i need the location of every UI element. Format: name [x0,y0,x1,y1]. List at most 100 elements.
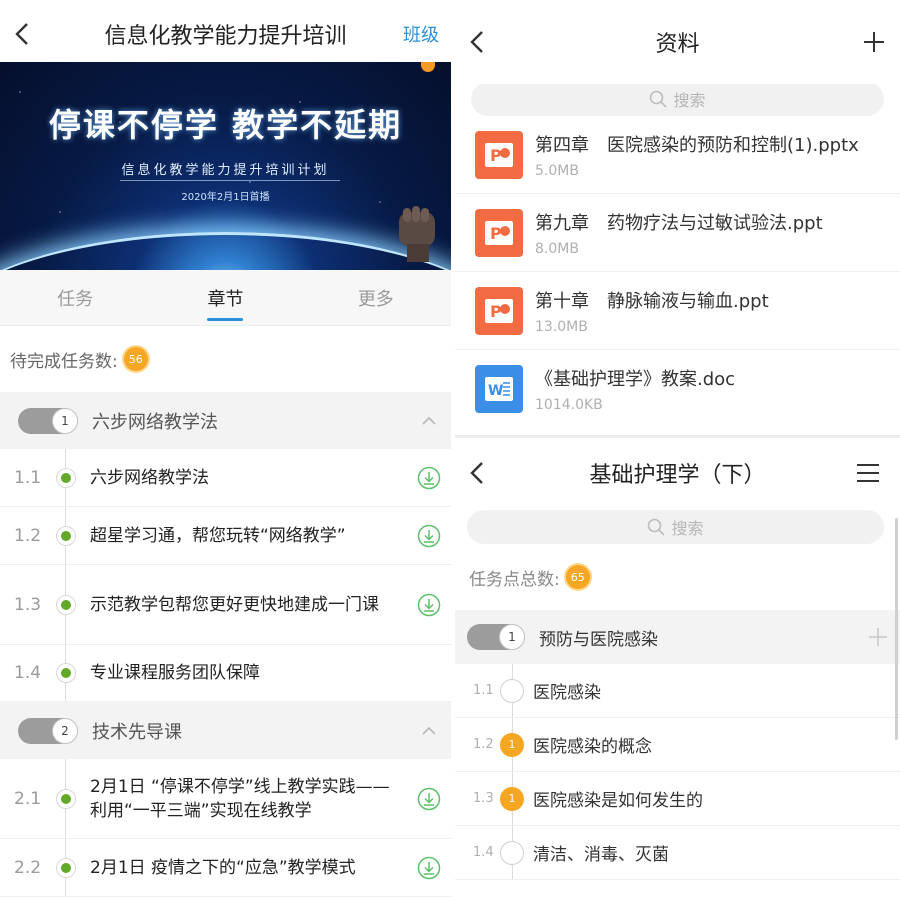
task-count-badge: 1 [500,732,524,757]
chevron-up-icon[interactable] [421,726,437,736]
ppt-file-icon: P [475,208,523,257]
chapter-row[interactable]: 1.1 六步网络教学法 [0,449,451,507]
download-icon[interactable] [417,787,441,811]
chapter-title: 2月1日 “停课不停学”线上教学实践——利用“一平三端”实现在线教学 [90,776,390,821]
download-icon[interactable] [417,524,441,548]
course-chapter-screen: 信息化教学能力提升培训 班级 停课不停学 教学不延期 信息化教学能力提升培训计划… [0,0,451,899]
chapter-number: 1.4 [14,663,42,683]
section-header[interactable]: 2 技术先导课 [0,702,451,759]
status-dot [56,788,76,809]
pending-tasks: 待完成任务数: 56 [0,326,451,392]
search-input[interactable]: 搜索 [471,82,884,116]
status-dot [56,663,76,683]
chapter-row[interactable]: 1.2 超星学习通，帮您玩转“网络教学” [0,507,451,565]
chapter-title: 六步网络教学法 [90,467,209,488]
chapter-row[interactable]: 2.2 2月1日 疫情之下的“应急”教学模式 [0,839,451,897]
chapter-number: 2.2 [14,857,42,878]
course-task-screen: 基础护理学（下） 搜索 任务点总数: 65 1 预防与医院感染 1.1 医院感染… [455,438,900,899]
task-row[interactable]: 1.1 医院感染 [455,664,900,718]
chapter-title: 2月1日 疫情之下的“应急”教学模式 [90,857,356,878]
tab-more[interactable]: 更多 [301,270,451,325]
task-title: 医院感染 [533,683,601,703]
download-icon[interactable] [417,466,441,490]
task-number: 1.2 [473,737,494,752]
file-name: 第四章 医院感染的预防和控制(1).pptx [535,134,859,156]
task-row[interactable]: 1.3 1 医院感染是如何发生的 [455,772,900,826]
file-size: 13.0MB [535,318,588,335]
file-item[interactable]: P 第四章 医院感染的预防和控制(1).pptx 5.0MB [455,116,900,194]
tab-bar: 任务 章节 更多 [0,270,451,326]
section-toggle[interactable]: 1 [467,624,525,650]
chapter-number: 1.1 [14,467,42,488]
ppt-file-icon: P [475,130,523,179]
top-bar: 信息化教学能力提升培训 班级 [0,0,451,68]
section-toggle[interactable]: 1 [18,407,78,434]
task-row[interactable]: 1.2 1 医院感染的概念 [455,718,900,772]
chapter-row[interactable]: 1.3 示范教学包帮您更好更快地建成一门课 [0,565,451,645]
file-size: 8.0MB [535,240,579,257]
section-toggle[interactable]: 2 [18,717,78,744]
section-index: 2 [52,717,78,744]
task-row[interactable]: 1.4 清洁、消毒、灭菌 [455,826,900,880]
page-title: 基础护理学（下） [589,463,766,488]
back-arrow-icon[interactable] [467,28,489,56]
chapter-row[interactable]: 2.1 2月1日 “停课不停学”线上教学实践——利用“一平三端”实现在线教学 [0,759,451,839]
file-item[interactable]: P 第十章 静脉输液与输血.ppt 13.0MB [455,272,900,350]
chapter-number: 1.3 [14,594,42,615]
status-dot [56,594,76,615]
svg-text:P: P [490,146,502,165]
search-placeholder: 搜索 [671,519,704,538]
section-title: 技术先导课 [92,721,182,743]
download-icon[interactable] [417,593,441,617]
chapter-number: 2.1 [14,788,42,809]
search-placeholder: 搜索 [673,91,706,110]
file-item[interactable]: P 第九章 药物疗法与过敏试验法.ppt 8.0MB [455,194,900,272]
task-number: 1.3 [473,791,494,806]
section-header[interactable]: 1 六步网络教学法 [0,392,451,449]
menu-icon[interactable] [856,463,880,483]
section-header[interactable]: 1 预防与医院感染 [455,610,900,664]
plus-icon[interactable] [862,30,886,54]
chapter-row[interactable]: 1.4 专业课程服务团队保障 [0,645,451,702]
chapter-title: 专业课程服务团队保障 [90,663,260,683]
svg-text:P: P [490,224,502,243]
status-dot [56,525,76,546]
search-icon [650,90,668,108]
task-number: 1.4 [473,845,494,860]
file-size: 5.0MB [535,162,579,179]
pending-count-badge: 56 [123,347,148,371]
search-input[interactable]: 搜索 [467,510,884,544]
banner-slogan: 停课不停学 教学不延期 [48,106,403,144]
plus-icon[interactable] [868,627,888,647]
section-title: 预防与医院感染 [539,629,658,650]
back-arrow-icon[interactable] [12,20,34,48]
svg-text:P: P [490,302,502,321]
tab-chapters[interactable]: 章节 [150,270,300,325]
chapter-number: 1.2 [14,525,42,546]
chapter-title: 示范教学包帮您更好更快地建成一门课 [90,594,379,615]
section-index: 1 [52,407,78,434]
file-item[interactable]: W 《基础护理学》教案.doc 1014.0KB [455,350,900,428]
total-count-badge: 65 [565,565,590,589]
chapter-title: 超星学习通，帮您玩转“网络教学” [90,525,346,546]
class-link[interactable]: 班级 [403,21,439,47]
back-arrow-icon[interactable] [467,459,489,487]
total-tasks: 任务点总数: 65 [455,544,900,610]
total-label: 任务点总数: [469,569,560,590]
word-file-icon: W [475,365,523,413]
course-banner: 停课不停学 教学不延期 信息化教学能力提升培训计划 2020年2月1日首播 [0,62,451,270]
file-name: 第十章 静脉输液与输血.ppt [535,290,769,312]
section-index: 1 [499,624,525,650]
scrollbar[interactable] [895,518,898,740]
download-icon[interactable] [417,856,441,880]
file-name: 《基础护理学》教案.doc [535,369,736,390]
search-icon [648,518,666,536]
task-title: 清洁、消毒、灭菌 [533,845,669,865]
chevron-up-icon[interactable] [421,416,437,426]
file-name: 第九章 药物疗法与过敏试验法.ppt [535,212,823,234]
ppt-file-icon: P [475,286,523,335]
svg-text:W: W [488,383,503,399]
top-bar: 基础护理学（下） [455,438,900,508]
status-dot [56,467,76,488]
tab-tasks[interactable]: 任务 [0,270,150,325]
